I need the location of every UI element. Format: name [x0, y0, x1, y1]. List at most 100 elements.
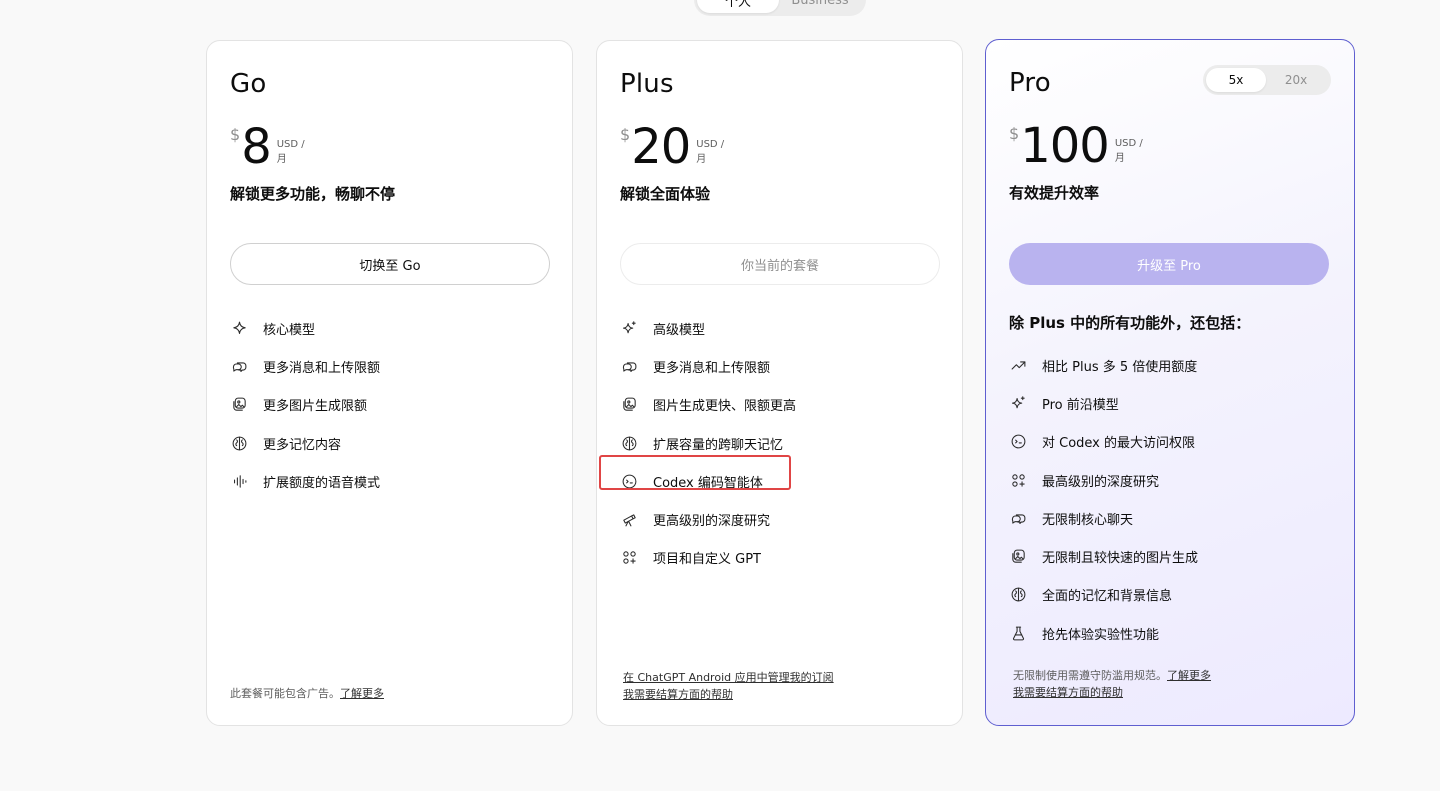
feature-label: 相比 Plus 多 5 倍使用额度 [1042, 359, 1198, 375]
tier-5x-option[interactable]: 5x [1206, 68, 1266, 92]
feature-item: Codex 编码智能体 [620, 462, 796, 500]
ads-notice: 此套餐可能包含广告。 [230, 687, 340, 700]
feature-label: 更多消息和上传限额 [653, 360, 771, 376]
feature-item: 相比 Plus 多 5 倍使用额度 [1009, 346, 1198, 384]
price-amount: 20 [631, 119, 691, 175]
manage-subscription-link[interactable]: 在 ChatGPT Android 应用中管理我的订阅 [623, 669, 834, 686]
feature-item: 核心模型 [230, 309, 380, 347]
image-gen-icon [620, 396, 638, 414]
feature-item: 更多记忆内容 [230, 424, 380, 462]
usage-tier-toggle[interactable]: 5x 20x [1203, 65, 1331, 95]
feature-item: Pro 前沿模型 [1009, 384, 1198, 422]
apps-icon [620, 549, 638, 567]
feature-item: 扩展额度的语音模式 [230, 462, 380, 500]
feature-item: 图片生成更快、限额更高 [620, 386, 796, 424]
feature-item: 全面的记忆和背景信息 [1009, 576, 1198, 614]
feature-label: 高级模型 [653, 322, 706, 338]
feature-label: 更高级别的深度研究 [653, 514, 771, 530]
plan-card-pro: Pro 5x 20x $ 100 USD / 月 有效提升效率 升级至 Pro … [985, 39, 1355, 726]
feature-label: 无限制核心聊天 [1042, 512, 1134, 528]
apps-icon [1009, 471, 1027, 489]
plan-card-go: Go $ 8 USD / 月 解锁更多功能，畅聊不停 切换至 Go 核心模型更多… [206, 40, 573, 726]
plan-price: $ 8 USD / 月 [230, 121, 317, 173]
currency-symbol: $ [1009, 124, 1020, 143]
plan-tagline: 解锁更多功能，畅聊不停 [230, 185, 396, 203]
feature-item: 无限制核心聊天 [1009, 499, 1198, 537]
flask-icon [1009, 624, 1027, 642]
sparkle-icon [230, 319, 248, 337]
feature-label: 扩展容量的跨聊天记忆 [653, 437, 784, 453]
feature-item: 更多消息和上传限额 [230, 347, 380, 385]
codex-icon [620, 472, 638, 490]
brain-icon [230, 434, 248, 452]
image-gen-icon [230, 396, 248, 414]
plan-type-toggle[interactable]: 个人 Business [694, 0, 866, 16]
billing-help-link[interactable]: 我需要结算方面的帮助 [1013, 684, 1211, 701]
feature-item: 对 Codex 的最大访问权限 [1009, 423, 1198, 461]
feature-label: 更多图片生成限额 [263, 399, 368, 415]
feature-label: 扩展额度的语音模式 [263, 475, 381, 491]
image-gen-icon [1009, 548, 1027, 566]
brain-icon [620, 434, 638, 452]
feature-item: 项目和自定义 GPT [620, 539, 796, 577]
plan-name: Plus [620, 69, 674, 99]
feature-item: 更多图片生成限额 [230, 386, 380, 424]
tier-20x-option[interactable]: 20x [1266, 68, 1326, 92]
plan-name: Go [230, 69, 267, 99]
go-footnote: 此套餐可能包含广告。了解更多 [230, 685, 384, 702]
personal-tab[interactable]: 个人 [697, 0, 779, 13]
feature-item: 高级模型 [620, 309, 796, 347]
feature-label: 图片生成更快、限额更高 [653, 399, 797, 415]
feature-item: 扩展容量的跨聊天记忆 [620, 424, 796, 462]
plan-name: Pro [1009, 68, 1051, 98]
plan-price: $ 100 USD / 月 [1009, 120, 1155, 172]
trend-up-icon [1009, 356, 1027, 374]
chat-bubbles-icon [620, 357, 638, 375]
feature-label: 全面的记忆和背景信息 [1042, 589, 1173, 605]
brain-icon [1009, 586, 1027, 604]
feature-item: 抢先体验实验性功能 [1009, 614, 1198, 652]
telescope-icon [620, 511, 638, 529]
sparkles-icon [1009, 394, 1027, 412]
price-unit: USD / 月 [1114, 138, 1143, 164]
plan-price: $ 20 USD / 月 [620, 121, 736, 173]
upgrade-to-pro-button[interactable]: 升级至 Pro [1009, 243, 1329, 285]
chat-bubbles-icon [230, 357, 248, 375]
pro-section-heading: 除 Plus 中的所有功能外，还包括： [1009, 314, 1251, 332]
pro-footnote: 无限制使用需遵守防滥用规范。了解更多 我需要结算方面的帮助 [1013, 667, 1211, 701]
learn-more-link[interactable]: 了解更多 [340, 687, 384, 700]
feature-label: 无限制且较快速的图片生成 [1042, 551, 1199, 567]
plan-tagline: 解锁全面体验 [620, 185, 711, 203]
feature-label: 核心模型 [263, 322, 316, 338]
switch-to-go-button[interactable]: 切换至 Go [230, 243, 550, 285]
feature-item: 更多消息和上传限额 [620, 347, 796, 385]
currency-symbol: $ [230, 125, 241, 144]
feature-list: 核心模型更多消息和上传限额更多图片生成限额 更多记忆内容扩展额度的语音模式 [230, 309, 380, 500]
codex-icon [1009, 433, 1027, 451]
price-amount: 100 [1020, 118, 1110, 174]
price-unit: USD / 月 [696, 139, 725, 165]
feature-label: Pro 前沿模型 [1042, 397, 1119, 413]
feature-item: 最高级别的深度研究 [1009, 461, 1198, 499]
voice-wave-icon [230, 472, 248, 490]
feature-label: Codex 编码智能体 [653, 475, 763, 491]
business-tab[interactable]: Business [779, 0, 861, 13]
learn-more-link[interactable]: 了解更多 [1167, 669, 1211, 682]
feature-label: 项目和自定义 GPT [653, 552, 761, 568]
feature-label: 更多记忆内容 [263, 437, 342, 453]
plan-card-plus: Plus $ 20 USD / 月 解锁全面体验 你当前的套餐 高级模型更多消息… [596, 40, 963, 726]
sparkles-icon [620, 319, 638, 337]
feature-list: 高级模型更多消息和上传限额图片生成更快、限额更高 扩展容量的跨聊天记忆 Codex … [620, 309, 796, 577]
feature-label: 抢先体验实验性功能 [1042, 627, 1160, 643]
feature-item: 更高级别的深度研究 [620, 500, 796, 538]
current-plan-button: 你当前的套餐 [620, 243, 940, 285]
billing-help-link[interactable]: 我需要结算方面的帮助 [623, 686, 834, 703]
feature-list: 相比 Plus 多 5 倍使用额度 Pro 前沿模型对 Codex 的最大访问权限… [1009, 346, 1198, 652]
feature-label: 对 Codex 的最大访问权限 [1042, 436, 1196, 452]
price-amount: 8 [241, 119, 272, 175]
plus-footnote: 在 ChatGPT Android 应用中管理我的订阅 我需要结算方面的帮助 [623, 669, 834, 703]
plan-tagline: 有效提升效率 [1009, 184, 1100, 202]
fair-use-notice: 无限制使用需遵守防滥用规范。 [1013, 669, 1167, 682]
chat-bubbles-icon [1009, 509, 1027, 527]
feature-label: 最高级别的深度研究 [1042, 474, 1160, 490]
